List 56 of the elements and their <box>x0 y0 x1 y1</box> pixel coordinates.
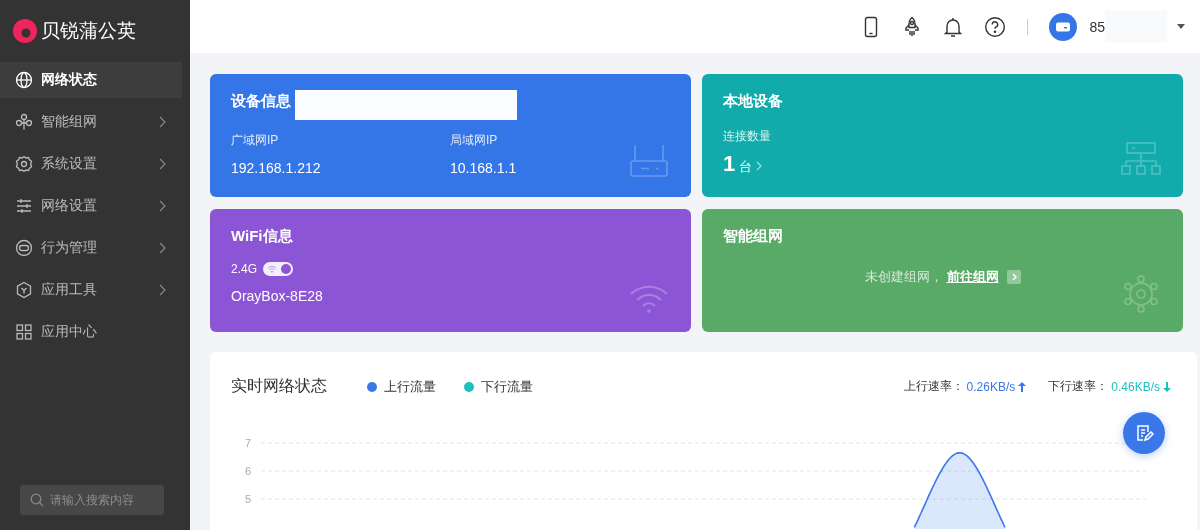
arrow-down-icon <box>1163 381 1171 392</box>
rate-value: 0.46KB/s <box>1111 379 1160 394</box>
sidebar-item[interactable]: 应用中心 <box>0 314 182 350</box>
hexagon-icon <box>15 281 33 299</box>
sidebar-item[interactable]: 系统设置 <box>0 146 182 182</box>
sidebar-item[interactable]: 网络状态 <box>0 62 182 98</box>
card-title: 设备信息 <box>231 92 291 111</box>
caret-icon <box>1177 24 1185 29</box>
logo-icon <box>12 18 38 44</box>
note-edit-icon <box>1134 423 1154 443</box>
pill-icon <box>15 239 33 257</box>
field-label: 广域网IP <box>231 132 280 149</box>
gear-icon <box>15 155 33 173</box>
user-menu[interactable]: 85 <box>1049 10 1185 43</box>
sidebar-item[interactable]: 网络设置 <box>0 188 182 224</box>
brand-name: 贝锐蒲公英 <box>41 19 136 43</box>
rate-label: 下行速率： <box>1048 378 1109 395</box>
card-title: 本地设备 <box>723 92 783 111</box>
sidebar-item[interactable]: 智能组网 <box>0 104 182 140</box>
chevron-right-icon <box>756 161 763 171</box>
card-title: 智能组网 <box>723 227 783 246</box>
rate-value: 0.26KB/s <box>966 379 1016 394</box>
wifi-icon <box>267 265 277 273</box>
band-label: 2.4G <box>231 262 257 276</box>
rate-label: 上行速率： <box>903 378 964 395</box>
edit-note-button[interactable] <box>1123 412 1165 454</box>
legend-label: 上行流量 <box>384 377 436 396</box>
mesh-icon <box>15 113 33 131</box>
hub-gear-icon <box>1121 274 1161 314</box>
sidebar-item[interactable]: 行为管理 <box>0 230 182 266</box>
field-label: 局域网IP <box>450 132 499 149</box>
bell-icon[interactable] <box>943 15 964 38</box>
y-axis-label: 5 <box>244 493 251 505</box>
mesh-status-text: 未创建组网， <box>864 268 943 286</box>
y-axis-label: 7 <box>244 437 251 449</box>
panel-title: 实时网络状态 <box>231 376 327 396</box>
field-value: 192.168.1.212 <box>231 160 322 176</box>
search-icon <box>30 493 44 507</box>
search-field[interactable]: 请输入搜索内容 <box>20 485 164 515</box>
wifi-toggle[interactable] <box>263 262 293 276</box>
router-icon <box>629 143 669 179</box>
avatar-icon <box>1049 12 1078 41</box>
legend-label: 下行流量 <box>481 377 533 396</box>
grid-icon <box>15 323 33 341</box>
arrow-up-icon <box>1018 381 1027 392</box>
help-icon[interactable] <box>984 15 1007 38</box>
wifi-ssid: OrayBox-8E28 <box>231 288 323 304</box>
sidebar-item[interactable]: 应用工具 <box>0 272 182 308</box>
y-axis-label: 6 <box>244 465 251 477</box>
sliders-icon <box>15 197 33 215</box>
globe-icon <box>15 71 33 89</box>
wifi-icon <box>629 284 669 314</box>
arrow-right-icon[interactable] <box>1006 270 1021 284</box>
field-label: 连接数量 <box>723 128 772 145</box>
card-title: WiFi信息 <box>231 227 293 246</box>
field-value: 10.168.1.1 <box>450 160 518 176</box>
